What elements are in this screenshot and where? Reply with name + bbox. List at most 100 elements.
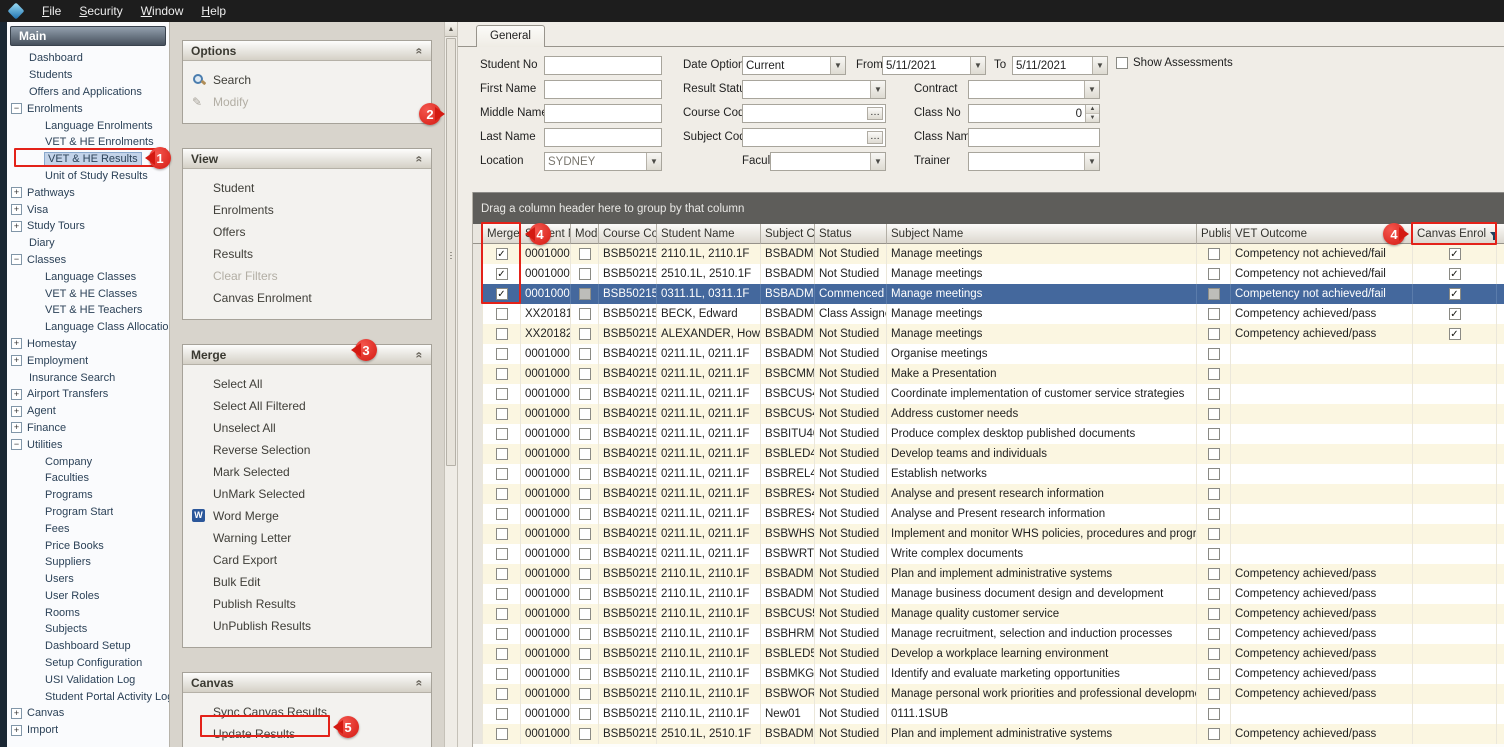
modified-checkbox[interactable] (579, 468, 591, 480)
publish-checkbox[interactable] (1208, 528, 1220, 540)
merge-checkbox[interactable] (496, 688, 508, 700)
table-row[interactable]: ✓0001000000BSB502152110.1L, 2110.1FBSBAD… (473, 244, 1504, 264)
section-header-merge[interactable]: Merge« (183, 345, 431, 365)
sidebar-item-offers-and-applications[interactable]: Offers and Applications (7, 84, 169, 101)
sidebar-item-pathways[interactable]: +Pathways (7, 184, 169, 201)
minus-icon[interactable]: − (11, 439, 22, 450)
column-header-student-no[interactable]: Student No (521, 224, 571, 244)
sidebar-item-dashboard[interactable]: Dashboard (7, 50, 169, 67)
publish-checkbox[interactable] (1208, 248, 1220, 260)
chevron-down-icon[interactable]: ▼ (1084, 153, 1099, 170)
merge-checkbox[interactable] (496, 568, 508, 580)
sidebar-item-rooms[interactable]: Rooms (7, 604, 169, 621)
trainer-select[interactable]: ▼ (968, 152, 1100, 171)
first-name-input[interactable] (544, 80, 662, 99)
sidebar-item-finance[interactable]: +Finance (7, 420, 169, 437)
sidebar-item-fees[interactable]: Fees (7, 520, 169, 537)
reverse-selection-button[interactable]: Reverse Selection (183, 439, 431, 461)
modified-checkbox[interactable] (579, 348, 591, 360)
modified-checkbox[interactable] (579, 548, 591, 560)
merge-checkbox[interactable] (496, 468, 508, 480)
sidebar-item-program-start[interactable]: Program Start (7, 504, 169, 521)
spin-up-icon[interactable]: ▲ (1086, 105, 1099, 114)
minus-icon[interactable]: − (11, 103, 22, 114)
chevron-down-icon[interactable]: ▼ (970, 57, 985, 74)
canvas-enrol-checkbox[interactable]: ✓ (1449, 328, 1461, 340)
sidebar-item-dashboard-setup[interactable]: Dashboard Setup (7, 638, 169, 655)
collapse-chevron-icon[interactable]: « (413, 679, 427, 686)
sidebar-item-diary[interactable]: Diary (7, 235, 169, 252)
column-header-merge[interactable]: Merge (483, 224, 521, 244)
publish-checkbox[interactable] (1208, 648, 1220, 660)
plus-icon[interactable]: + (11, 338, 22, 349)
merge-checkbox[interactable]: ✓ (496, 288, 508, 300)
search-button[interactable]: Search (183, 69, 431, 91)
enrolments-button[interactable]: Enrolments (183, 199, 431, 221)
sidebar-item-employment[interactable]: +Employment (7, 352, 169, 369)
sidebar-item-enrolments[interactable]: −Enrolments (7, 100, 169, 117)
sidebar-item-vet-he-classes[interactable]: VET & HE Classes (7, 285, 169, 302)
sidebar-item-company[interactable]: Company (7, 453, 169, 470)
column-header-student-name[interactable]: Student Name (657, 224, 761, 244)
plus-icon[interactable]: + (11, 406, 22, 417)
faculty-select[interactable]: ▼ (770, 152, 886, 171)
modify-button[interactable]: ✎Modify (183, 91, 431, 113)
plus-icon[interactable]: + (11, 725, 22, 736)
merge-checkbox[interactable] (496, 548, 508, 560)
table-row[interactable]: 0001000000BSB402150211.1L, 0211.1FBSBCMM… (473, 364, 1504, 384)
table-row[interactable]: 0001000000BSB402150211.1L, 0211.1FBSBCUS… (473, 404, 1504, 424)
table-row[interactable]: ✓0001000000BSB502152510.1L, 2510.1FBSBAD… (473, 264, 1504, 284)
sidebar-item-subjects[interactable]: Subjects (7, 621, 169, 638)
sidebar-item-language-classes[interactable]: Language Classes (7, 268, 169, 285)
chevron-down-icon[interactable]: ▼ (646, 153, 661, 170)
mark-selected-button[interactable]: Mark Selected (183, 461, 431, 483)
table-row[interactable]: 0001000000BSB402150211.1L, 0211.1FBSBRES… (473, 504, 1504, 524)
modified-checkbox[interactable] (579, 428, 591, 440)
modified-checkbox[interactable] (579, 568, 591, 580)
sidebar-item-language-class-allocation[interactable]: Language Class Allocation (7, 319, 169, 336)
sidebar-item-study-tours[interactable]: +Study Tours (7, 218, 169, 235)
menu-item-window[interactable]: Window (132, 0, 193, 22)
merge-checkbox[interactable] (496, 628, 508, 640)
sidebar-item-vet-he-enrolments[interactable]: VET & HE Enrolments (7, 134, 169, 151)
merge-checkbox[interactable] (496, 648, 508, 660)
merge-checkbox[interactable] (496, 328, 508, 340)
location-select[interactable]: SYDNEY ▼ (544, 152, 662, 171)
plus-icon[interactable]: + (11, 708, 22, 719)
table-row[interactable]: 0001000000BSB402150211.1L, 0211.1FBSBWRT… (473, 544, 1504, 564)
sidebar-item-classes[interactable]: −Classes (7, 252, 169, 269)
modified-checkbox[interactable] (579, 328, 591, 340)
modified-checkbox[interactable] (579, 668, 591, 680)
section-header-options[interactable]: Options« (183, 41, 431, 61)
canvas-enrol-checkbox[interactable]: ✓ (1449, 308, 1461, 320)
modified-checkbox[interactable] (579, 368, 591, 380)
plus-icon[interactable]: + (11, 187, 22, 198)
to-date-picker[interactable]: 5/11/2021 ▼ (1012, 56, 1108, 75)
table-row[interactable]: 0001000000BSB502152110.1L, 2110.1FBSBADM… (473, 564, 1504, 584)
column-header-publish[interactable]: Publish (1197, 224, 1231, 244)
section-header-canvas[interactable]: Canvas« (183, 673, 431, 693)
unmark-selected-button[interactable]: UnMark Selected (183, 483, 431, 505)
publish-results-button[interactable]: Publish Results (183, 593, 431, 615)
merge-checkbox[interactable] (496, 388, 508, 400)
sidebar-item-vet-he-results[interactable]: VET & HE Results (7, 151, 169, 168)
modified-checkbox[interactable] (579, 248, 591, 260)
course-code-lookup-button[interactable]: … (867, 107, 883, 120)
table-row[interactable]: 0001000000BSB402150211.1L, 0211.1FBSBWHS… (473, 524, 1504, 544)
merge-checkbox[interactable] (496, 348, 508, 360)
publish-checkbox[interactable] (1208, 348, 1220, 360)
table-row[interactable]: ✓0001000000BSB502150311.1L, 0311.1FBSBAD… (473, 284, 1504, 304)
publish-checkbox[interactable] (1208, 508, 1220, 520)
publish-checkbox[interactable] (1208, 468, 1220, 480)
unpublish-results-button[interactable]: UnPublish Results (183, 615, 431, 637)
publish-checkbox[interactable] (1208, 608, 1220, 620)
table-row[interactable]: 0001000000BSB502152110.1L, 2110.1FBSBHRM… (473, 624, 1504, 644)
sidebar-item-import[interactable]: +Import (7, 722, 169, 739)
publish-checkbox[interactable] (1208, 368, 1220, 380)
scroll-up-icon[interactable]: ▲ (445, 22, 457, 37)
sidebar-item-airport-transfers[interactable]: +Airport Transfers (7, 386, 169, 403)
update-results-button[interactable]: Update Results (183, 723, 431, 745)
sidebar-item-price-books[interactable]: Price Books (7, 537, 169, 554)
plus-icon[interactable]: + (11, 422, 22, 433)
publish-checkbox[interactable] (1208, 568, 1220, 580)
